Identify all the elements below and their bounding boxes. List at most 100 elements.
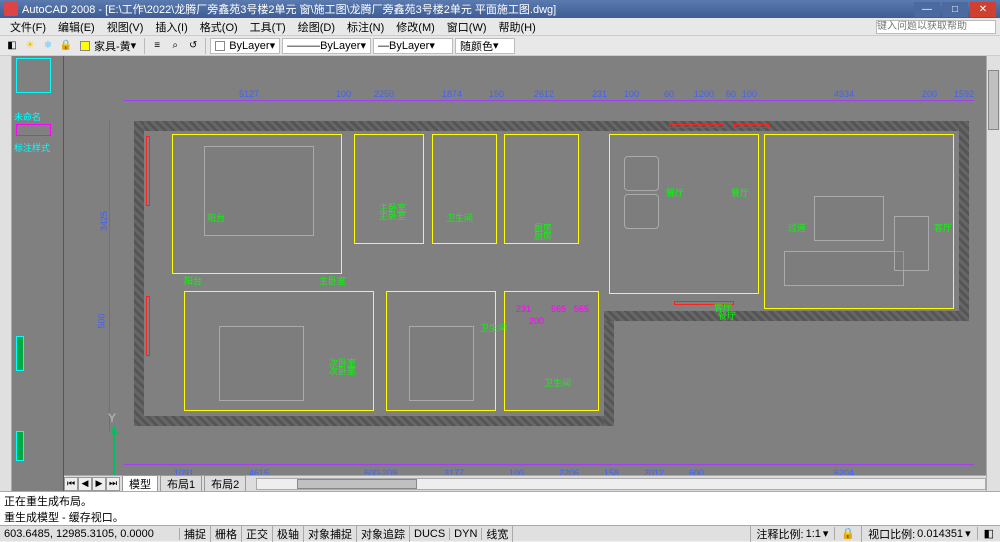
wall-bottom-2	[604, 311, 969, 321]
status-coords: 603.6485, 12985.3105, 0.0000	[0, 528, 180, 540]
wall-inner-v	[604, 311, 614, 426]
furn-sofa	[784, 251, 904, 286]
tab-nav-prev[interactable]: ◀	[78, 477, 92, 491]
status-tray-icon[interactable]: ◧	[977, 527, 1000, 540]
room-label: 卫生间	[446, 211, 473, 224]
command-window[interactable]: 正在重生成布局。 重生成模型 - 缓存视口。 命令:	[0, 491, 1000, 525]
drawing-canvas[interactable]: 5127100225018741502612231100601200601004…	[64, 56, 986, 491]
tab-model[interactable]: 模型	[122, 475, 158, 493]
lineweight-dropdown[interactable]: — ByLayer ▾	[373, 38, 453, 54]
dim-line-left	[109, 121, 110, 431]
menu-help[interactable]: 帮助(H)	[493, 19, 542, 35]
menu-edit[interactable]: 编辑(E)	[52, 19, 101, 35]
dim-value: 2250	[374, 89, 394, 99]
dim-value: 150	[489, 89, 504, 99]
room-label: 主卧室	[379, 209, 406, 222]
toggle-dyn[interactable]: DYN	[450, 528, 482, 540]
furn-chair	[894, 216, 929, 271]
toggle-grid[interactable]: 栅格	[211, 526, 242, 542]
red-window-2	[734, 124, 769, 128]
horizontal-scrollbar[interactable]	[256, 478, 986, 490]
match-icon[interactable]: ⌕	[167, 38, 183, 54]
dim-value: 500	[97, 313, 107, 328]
tab-nav-next[interactable]: ▶	[92, 477, 106, 491]
room-label: 卫生间	[544, 376, 571, 389]
menu-modify[interactable]: 修改(M)	[390, 19, 441, 35]
linetype-dropdown[interactable]: ——— ByLayer ▾	[282, 38, 371, 54]
toggle-ducs[interactable]: DUCS	[410, 528, 450, 540]
layout-tabs: ⏮ ◀ ▶ ⏭ 模型 布局1 布局2	[64, 475, 986, 491]
room-label: 卫生间	[480, 321, 507, 334]
tab-layout1[interactable]: 布局1	[160, 475, 202, 493]
room-label: 主卧室	[319, 274, 346, 287]
room-label: 客厅	[934, 221, 952, 234]
wall-right	[959, 121, 969, 321]
layer-icon[interactable]: ◧	[4, 38, 20, 54]
sun-icon[interactable]: ☀	[22, 38, 38, 54]
tab-layout2[interactable]: 布局2	[204, 475, 246, 493]
toggle-osnap[interactable]: 对象捕捉	[304, 526, 357, 542]
scrollbar-thumb[interactable]	[988, 70, 999, 130]
left-toolbar[interactable]	[0, 56, 12, 491]
help-search	[876, 20, 996, 34]
menu-view[interactable]: 视图(V)	[101, 19, 150, 35]
toggle-lwt[interactable]: 线宽	[482, 526, 513, 542]
room-label: 厨房	[534, 229, 552, 242]
dim-value: 2612	[534, 89, 554, 99]
room-label: 阳台	[207, 211, 225, 224]
toggle-otrack[interactable]: 对象追踪	[357, 526, 410, 542]
freeze-icon[interactable]: ❄	[40, 38, 56, 54]
vertical-scrollbar[interactable]	[986, 56, 1000, 491]
dim-line-bottom	[124, 464, 974, 465]
minimize-button[interactable]: —	[914, 2, 940, 17]
furn-bed-3	[409, 326, 474, 401]
app-icon	[4, 2, 18, 16]
wall-bottom-1	[134, 416, 614, 426]
plotstyle-dropdown[interactable]: 随颜色 ▾	[455, 38, 515, 54]
tab-nav-first[interactable]: ⏮	[64, 477, 78, 491]
dim-value: 60	[664, 89, 674, 99]
menu-format[interactable]: 格式(O)	[194, 19, 244, 35]
toggle-snap[interactable]: 捕捉	[180, 526, 211, 542]
side-panel: 未命名 标注样式	[12, 56, 64, 491]
lock-icon[interactable]: 🔒	[834, 527, 861, 540]
room-bath2	[504, 291, 599, 411]
layer-name[interactable]: 家具-黄 ▾	[76, 38, 140, 54]
prev-icon[interactable]: ↺	[185, 38, 201, 54]
side-box-2	[16, 124, 51, 136]
dim-value: 4934	[834, 89, 854, 99]
dim-value: 100	[742, 89, 757, 99]
help-search-input[interactable]	[876, 20, 996, 34]
tab-nav-last[interactable]: ⏭	[106, 477, 120, 491]
furn-table2	[624, 194, 659, 229]
room-label: 过道	[788, 221, 806, 234]
status-anno-scale[interactable]: 注释比例: 1:1 ▾	[750, 526, 835, 542]
layers-manager-icon[interactable]: ≡	[149, 38, 165, 54]
red-door-2	[146, 296, 150, 356]
room-label: 餐厅	[666, 186, 684, 199]
color-dropdown[interactable]: ByLayer ▾	[210, 38, 280, 54]
lock-icon[interactable]: 🔒	[58, 38, 74, 54]
menu-file[interactable]: 文件(F)	[4, 19, 52, 35]
room-kitchen1	[432, 134, 497, 244]
side-label-2: 标注样式	[14, 141, 50, 154]
status-bar: 603.6485, 12985.3105, 0.0000 捕捉 栅格 正交 极轴…	[0, 525, 1000, 541]
side-box-4	[16, 431, 24, 461]
dim-value: 100	[624, 89, 639, 99]
menu-insert[interactable]: 插入(I)	[149, 19, 193, 35]
toggle-ortho[interactable]: 正交	[242, 526, 273, 542]
h-scroll-thumb[interactable]	[297, 479, 417, 489]
toggle-polar[interactable]: 极轴	[273, 526, 304, 542]
dim-value: 1200	[694, 89, 714, 99]
dim-value: 100	[336, 89, 351, 99]
status-vp-scale[interactable]: 视口比例: 0.014351 ▾	[861, 526, 976, 542]
menu-draw[interactable]: 绘图(D)	[292, 19, 341, 35]
menu-tools[interactable]: 工具(T)	[244, 19, 292, 35]
red-door-1	[146, 136, 150, 206]
menu-dim[interactable]: 标注(N)	[341, 19, 390, 35]
maximize-button[interactable]: □	[942, 2, 968, 17]
menu-window[interactable]: 窗口(W)	[441, 19, 493, 35]
room-label: 餐厅	[731, 186, 749, 199]
cmd-history-2: 重生成模型 - 缓存视口。	[4, 509, 996, 525]
close-button[interactable]: ✕	[970, 2, 996, 17]
